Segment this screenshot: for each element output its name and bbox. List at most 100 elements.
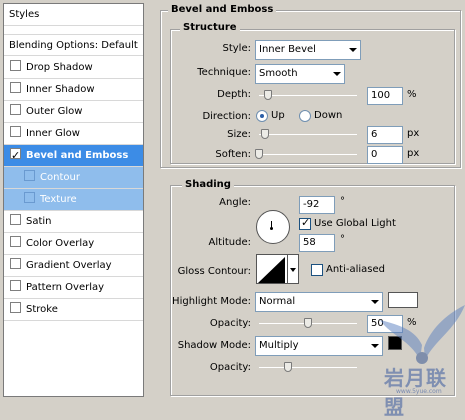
gloss-contour-preview[interactable] [256,254,290,284]
depth-slider-thumb[interactable] [264,90,272,100]
sidebar-item-label: Drop Shadow [26,62,93,73]
sidebar-item-label: Gradient Overlay [26,260,112,271]
styles-list: Styles Blending Options: Default Drop Sh… [3,3,144,397]
satin-checkbox[interactable] [10,214,21,225]
size-input[interactable]: 6 [367,126,403,144]
direction-down-radio[interactable] [299,110,311,122]
sidebar-item-satin[interactable]: Satin [4,211,143,233]
sidebar-item-label: Bevel and Emboss [26,150,129,161]
sidebar-item-label: Satin [26,216,52,227]
contour-checkbox[interactable] [24,170,35,181]
anti-aliased-checkbox[interactable] [311,264,323,276]
chevron-down-icon [333,72,341,76]
use-global-light-label: Use Global Light [314,218,396,229]
angle-input[interactable]: -92 [299,196,335,214]
sidebar-item-label: Inner Glow [26,128,80,139]
sidebar-item-pattern-overlay[interactable]: Pattern Overlay [4,277,143,299]
bevel-emboss-title: Bevel and Emboss [168,4,277,15]
sidebar-item-outer-glow[interactable]: Outer Glow [4,101,143,123]
wings-logo-icon [380,305,465,364]
highlight-mode-value: Normal [259,296,296,307]
altitude-input[interactable]: 58 [299,234,335,252]
direction-up-label: Up [271,110,285,121]
altitude-unit: ° [340,234,345,245]
angle-center-icon [270,227,273,230]
sidebar-item-texture[interactable]: Texture [4,189,143,211]
stroke-checkbox[interactable] [10,302,21,313]
highlight-opacity-label: Opacity: [209,318,251,329]
soften-slider-track[interactable] [259,154,357,155]
sidebar-item-inner-glow[interactable]: Inner Glow [4,123,143,145]
sidebar-item-gradient-overlay[interactable]: Gradient Overlay [4,255,143,277]
sidebar-item-bevel-and-emboss[interactable]: Bevel and Emboss [4,145,143,167]
chevron-down-icon [371,300,379,304]
depth-label: Depth: [217,89,251,100]
blending-options-item[interactable]: Blending Options: Default [4,34,143,56]
shadow-mode-label: Shadow Mode: [177,340,251,351]
depth-slider-track[interactable] [259,95,357,96]
style-dropdown[interactable]: Inner Bevel [255,40,361,60]
inner-shadow-checkbox[interactable] [10,82,21,93]
outer-glow-checkbox[interactable] [10,104,21,115]
contour-curve-icon [258,257,285,283]
shadow-opacity-slider-track[interactable] [259,367,357,368]
highlight-mode-dropdown[interactable]: Normal [255,292,383,312]
sidebar-item-label: Outer Glow [26,106,83,117]
watermark: 岩月联盟 www.5yue.com [380,300,465,419]
gloss-contour-label: Gloss Contour: [177,266,251,277]
watermark-subtitle: www.5yue.com [396,388,442,395]
style-label: Style: [222,43,252,54]
soften-slider-thumb[interactable] [255,149,263,159]
chevron-down-icon [371,344,379,348]
shadow-mode-value: Multiply [259,340,299,351]
technique-dropdown[interactable]: Smooth [255,64,345,84]
soften-input[interactable]: 0 [367,146,403,164]
sidebar-item-label: Color Overlay [26,238,95,249]
sidebar-item-stroke[interactable]: Stroke [4,299,143,321]
sidebar-item-label: Contour [40,172,80,183]
direction-label: Direction: [202,111,251,122]
pattern-overlay-checkbox[interactable] [10,280,21,291]
direction-down-label: Down [314,110,343,121]
chevron-down-icon [349,48,357,52]
use-global-light-checkbox[interactable] [299,216,311,230]
direction-up-radio[interactable] [256,110,268,122]
sidebar-item-label: Stroke [26,304,58,315]
gradient-overlay-checkbox[interactable] [10,258,21,269]
highlight-mode-label: Highlight Mode: [172,296,251,307]
sidebar-item-inner-shadow[interactable]: Inner Shadow [4,79,143,101]
shadow-opacity-slider-thumb[interactable] [284,362,292,372]
angle-dial[interactable] [256,210,290,244]
shadow-mode-dropdown[interactable]: Multiply [255,336,383,356]
depth-input[interactable]: 100 [367,87,403,105]
styles-header[interactable]: Styles [4,4,143,26]
sidebar-item-drop-shadow[interactable]: Drop Shadow [4,57,143,79]
size-label: Size: [227,129,251,140]
anti-aliased-label: Anti-aliased [326,264,386,275]
size-slider-thumb[interactable] [261,129,269,139]
bevel-and-emboss-checkbox[interactable] [10,145,21,166]
chevron-down-icon [290,268,296,272]
technique-value: Smooth [259,68,298,79]
technique-label: Technique: [197,67,251,78]
style-value: Inner Bevel [259,44,316,55]
depth-unit: % [407,89,417,100]
highlight-opacity-slider-thumb[interactable] [304,318,312,328]
sidebar-item-contour[interactable]: Contour [4,167,143,189]
size-unit: px [407,128,420,139]
sidebar-item-label: Pattern Overlay [26,282,105,293]
gloss-contour-dropdown[interactable] [287,254,299,284]
soften-unit: px [407,148,420,159]
texture-checkbox[interactable] [24,192,35,203]
color-overlay-checkbox[interactable] [10,236,21,247]
size-slider-track[interactable] [259,134,357,135]
angle-unit: ° [340,196,345,207]
structure-title: Structure [180,22,240,33]
shadow-opacity-label: Opacity: [209,362,251,373]
soften-label: Soften: [215,149,251,160]
drop-shadow-checkbox[interactable] [10,60,21,71]
sidebar-item-label: Inner Shadow [26,84,95,95]
blending-options-label: Blending Options: Default [9,40,138,51]
sidebar-item-color-overlay[interactable]: Color Overlay [4,233,143,255]
inner-glow-checkbox[interactable] [10,126,21,137]
